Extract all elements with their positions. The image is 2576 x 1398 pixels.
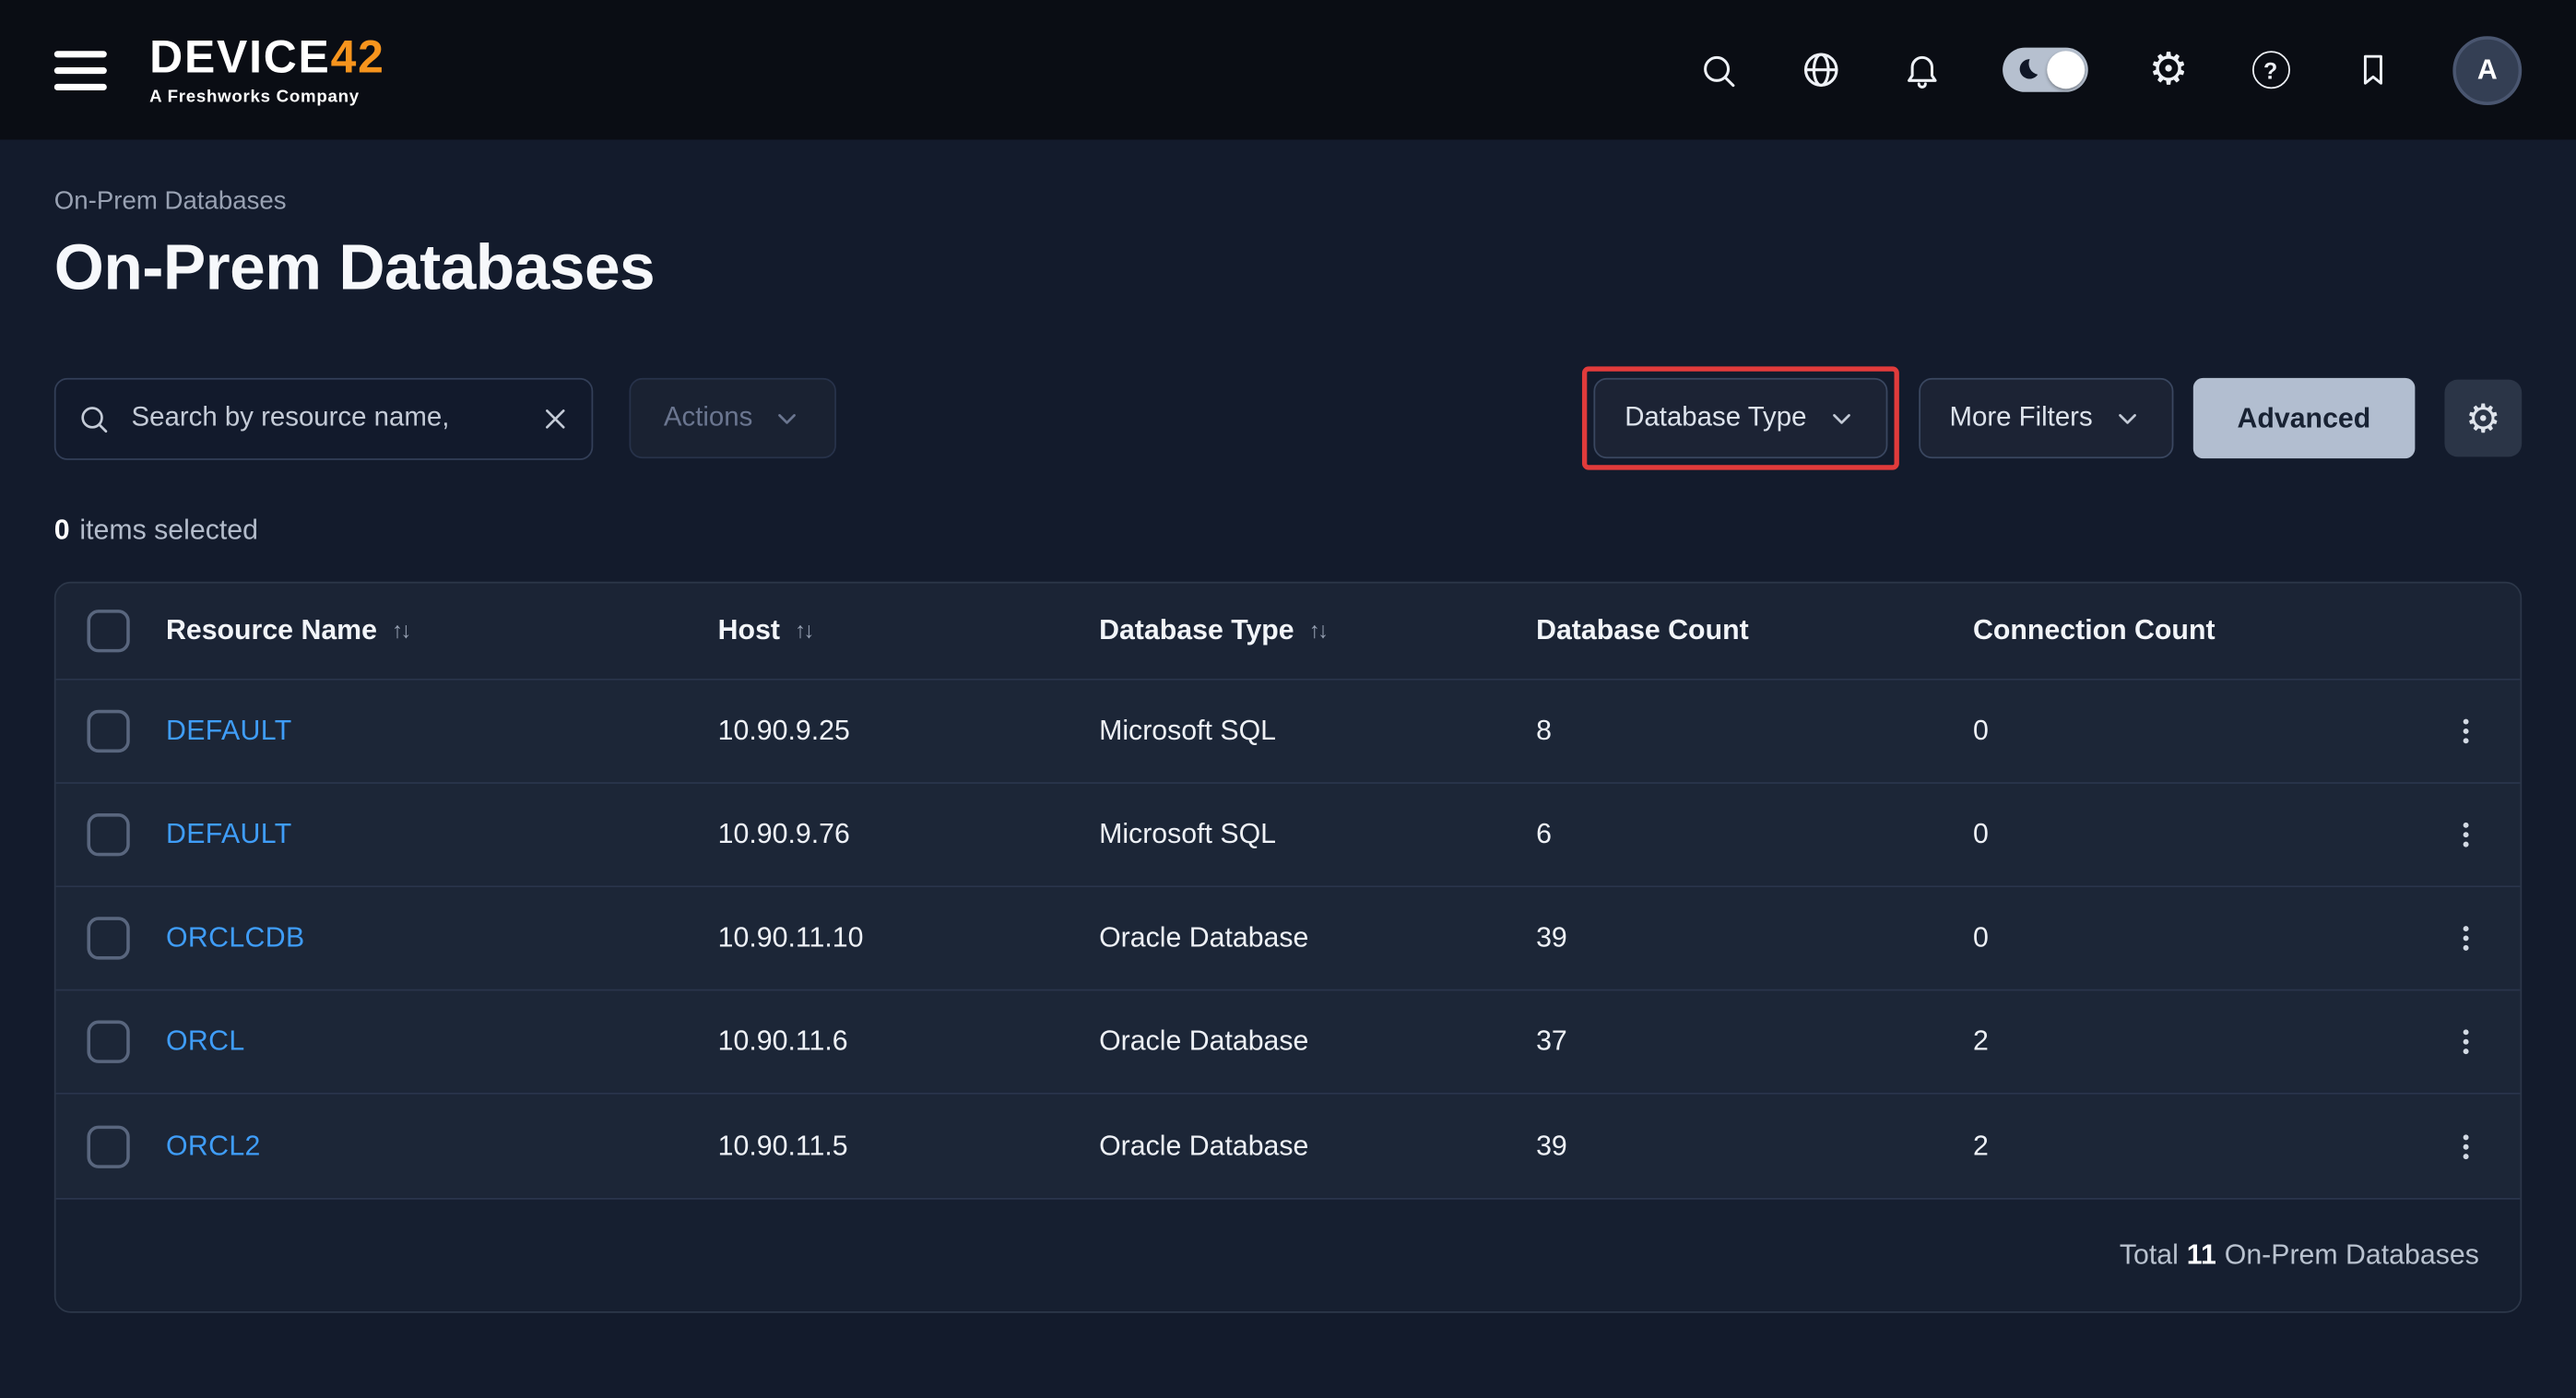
- device42-logo[interactable]: DEVICE42 A Freshworks Company: [149, 34, 385, 106]
- connection-count-cell: 0: [1973, 818, 2410, 851]
- help-icon[interactable]: ?: [2249, 49, 2291, 91]
- column-header-resource-name[interactable]: Resource Name↑↓: [166, 614, 718, 647]
- sort-icon: ↑↓: [392, 618, 409, 643]
- row-menu-button[interactable]: [2436, 908, 2495, 967]
- table-settings-button[interactable]: ⚙: [2444, 380, 2522, 457]
- chevron-down-icon: [2112, 403, 2142, 432]
- connection-count-cell: 2: [1973, 1025, 2410, 1059]
- host-cell: 10.90.9.76: [718, 818, 1099, 851]
- select-all-checkbox[interactable]: [87, 610, 129, 652]
- database-count-cell: 39: [1536, 1130, 1973, 1163]
- row-menu-button[interactable]: [2436, 1117, 2495, 1176]
- kebab-icon: [2449, 815, 2482, 855]
- total-count: 11: [2187, 1239, 2216, 1273]
- selection-status: 0items selected: [54, 515, 2522, 548]
- connection-count-cell: 2: [1973, 1130, 2410, 1163]
- table-row: DEFAULT 10.90.9.76 Microsoft SQL 6 0: [56, 784, 2521, 887]
- kebab-icon: [2449, 1126, 2482, 1166]
- selection-count: 0: [54, 515, 70, 546]
- kebab-icon: [2449, 712, 2482, 752]
- database-type-cell: Oracle Database: [1099, 922, 1536, 955]
- kebab-icon: [2449, 1022, 2482, 1061]
- column-header-connection-count: Connection Count: [1973, 614, 2410, 647]
- resource-name-link[interactable]: ORCLCDB: [166, 922, 718, 955]
- row-checkbox[interactable]: [87, 813, 129, 856]
- database-type-cell: Microsoft SQL: [1099, 715, 1536, 748]
- logo-subtitle: A Freshworks Company: [149, 87, 385, 106]
- resource-name-link[interactable]: ORCL: [166, 1025, 718, 1059]
- database-type-cell: Oracle Database: [1099, 1025, 1536, 1059]
- chevron-down-icon: [1826, 403, 1856, 432]
- table-row: ORCL2 10.90.11.5 Oracle Database 39 2: [56, 1095, 2521, 1198]
- kebab-icon: [2449, 918, 2482, 958]
- hamburger-menu-icon[interactable]: [54, 50, 107, 89]
- row-checkbox[interactable]: [87, 1021, 129, 1063]
- toggle-knob: [2047, 51, 2085, 89]
- settings-gear-icon[interactable]: ⚙: [2147, 49, 2190, 91]
- database-count-cell: 39: [1536, 922, 1973, 955]
- database-count-cell: 37: [1536, 1025, 1973, 1059]
- host-cell: 10.90.9.25: [718, 715, 1099, 748]
- resource-name-link[interactable]: DEFAULT: [166, 715, 718, 748]
- search-field-wrap: [54, 377, 593, 459]
- clear-search-icon[interactable]: [538, 402, 572, 435]
- gear-icon: ⚙: [2465, 398, 2500, 438]
- host-cell: 10.90.11.10: [718, 922, 1099, 955]
- database-count-cell: 8: [1536, 715, 1973, 748]
- connection-count-cell: 0: [1973, 922, 2410, 955]
- sort-icon: ↑↓: [795, 618, 812, 643]
- user-avatar[interactable]: A: [2452, 35, 2522, 104]
- table-header-row: Resource Name↑↓ Host↑↓ Database Type↑↓ D…: [56, 584, 2521, 681]
- globe-icon[interactable]: [1799, 49, 1841, 91]
- top-navbar: DEVICE42 A Freshworks Company ⚙ ?: [0, 0, 2576, 139]
- table-row: ORCL 10.90.11.6 Oracle Database 37 2: [56, 990, 2521, 1094]
- bookmark-icon[interactable]: [2351, 49, 2393, 91]
- page-title: On-Prem Databases: [54, 233, 2522, 305]
- table-row: ORCLCDB 10.90.11.10 Oracle Database 39 0: [56, 887, 2521, 990]
- column-header-database-type[interactable]: Database Type↑↓: [1099, 614, 1536, 647]
- host-cell: 10.90.11.6: [718, 1025, 1099, 1059]
- resource-name-link[interactable]: DEFAULT: [166, 818, 718, 851]
- main-content: On-Prem Databases On-Prem Databases Acti…: [0, 187, 2576, 1313]
- column-header-host[interactable]: Host↑↓: [718, 614, 1099, 647]
- row-checkbox[interactable]: [87, 710, 129, 752]
- database-type-cell: Microsoft SQL: [1099, 818, 1536, 851]
- more-filters-dropdown[interactable]: More Filters: [1919, 378, 2173, 458]
- database-type-dropdown[interactable]: Database Type: [1593, 378, 1886, 458]
- row-menu-button[interactable]: [2436, 805, 2495, 864]
- database-type-cell: Oracle Database: [1099, 1130, 1536, 1163]
- search-input-icon: [77, 402, 111, 435]
- toolbar: Actions Database Type More Filters Advan…: [54, 366, 2522, 469]
- dark-mode-toggle[interactable]: [2003, 48, 2088, 92]
- database-count-cell: 6: [1536, 818, 1973, 851]
- moon-icon: [2013, 54, 2042, 84]
- sort-icon: ↑↓: [1309, 618, 1327, 643]
- screen: DEVICE42 A Freshworks Company ⚙ ?: [0, 0, 2576, 1398]
- highlight-annotation: Database Type: [1582, 366, 1898, 469]
- row-checkbox[interactable]: [87, 1125, 129, 1167]
- breadcrumb[interactable]: On-Prem Databases: [54, 187, 2522, 217]
- resource-name-link[interactable]: ORCL2: [166, 1130, 718, 1163]
- connection-count-cell: 0: [1973, 715, 2410, 748]
- notifications-bell-icon[interactable]: [1901, 49, 1944, 91]
- table-footer: Total11On-Prem Databases: [56, 1198, 2521, 1311]
- databases-table: Resource Name↑↓ Host↑↓ Database Type↑↓ D…: [54, 582, 2522, 1313]
- host-cell: 10.90.11.5: [718, 1130, 1099, 1163]
- table-body: DEFAULT 10.90.9.25 Microsoft SQL 8 0 DEF…: [56, 681, 2521, 1198]
- search-input[interactable]: [54, 377, 593, 459]
- actions-dropdown[interactable]: Actions: [629, 378, 836, 458]
- search-icon[interactable]: [1697, 49, 1740, 91]
- advanced-button[interactable]: Advanced: [2192, 378, 2415, 458]
- row-menu-button[interactable]: [2436, 702, 2495, 761]
- row-checkbox[interactable]: [87, 917, 129, 959]
- table-row: DEFAULT 10.90.9.25 Microsoft SQL 8 0: [56, 681, 2521, 784]
- logo-wordmark: DEVICE42: [149, 34, 385, 80]
- row-menu-button[interactable]: [2436, 1013, 2495, 1072]
- chevron-down-icon: [773, 403, 802, 432]
- column-header-database-count: Database Count: [1536, 614, 1973, 647]
